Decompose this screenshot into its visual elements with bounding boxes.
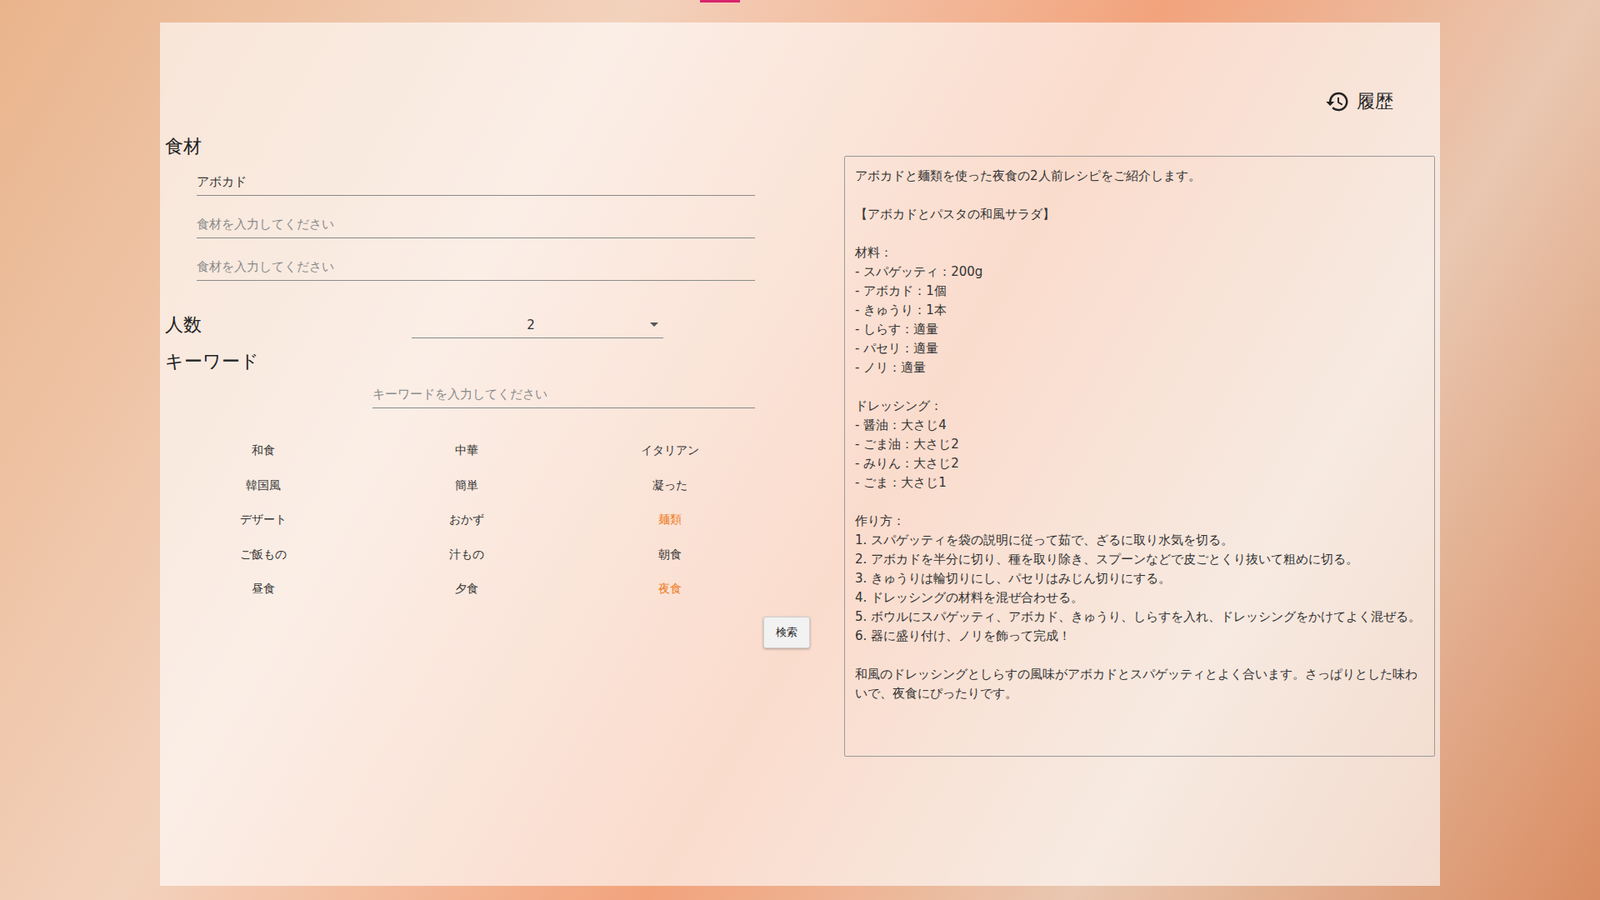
- tag-option[interactable]: ご飯もの: [161, 537, 365, 573]
- tag-option[interactable]: デザート: [161, 502, 365, 538]
- tag-option[interactable]: おかず: [365, 502, 569, 538]
- history-button[interactable]: 履歴: [1325, 89, 1394, 115]
- history-icon: [1325, 89, 1350, 115]
- ingredient-input[interactable]: 食材を入力してください: [196, 213, 755, 239]
- tag-option[interactable]: 朝食: [568, 537, 772, 573]
- tag-option[interactable]: 韓国風: [161, 468, 365, 504]
- tag-option[interactable]: 凝った: [568, 468, 772, 504]
- tag-option[interactable]: 中華: [365, 433, 569, 469]
- servings-select[interactable]: 2: [411, 312, 664, 339]
- tag-option[interactable]: 簡単: [365, 468, 569, 504]
- servings-label: 人数: [165, 313, 202, 338]
- tag-option[interactable]: 昼食: [161, 571, 365, 607]
- search-form: 食材 アボカド食材を入力してください食材を入力してください 人数 2 キーワード…: [165, 22, 810, 886]
- background-photo: 食材 アボカド食材を入力してください食材を入力してください 人数 2 キーワード…: [0, 0, 1600, 900]
- tag-option[interactable]: 夜食: [568, 571, 772, 607]
- result-area: 履歴 アボカドと麺類を使った夜食の2人前レシピをご紹介します。 【アボカドとパス…: [810, 22, 1435, 886]
- ingredients-label: 食材: [165, 135, 810, 160]
- result-textarea[interactable]: アボカドと麺類を使った夜食の2人前レシピをご紹介します。 【アボカドとパスタの和…: [844, 155, 1435, 757]
- top-indicator: [700, 0, 740, 3]
- tag-option[interactable]: 汁もの: [365, 537, 569, 573]
- tag-option[interactable]: イタリアン: [568, 433, 772, 469]
- keyword-label: キーワード: [165, 350, 810, 375]
- ingredient-input[interactable]: アボカド: [196, 170, 755, 196]
- ingredient-input[interactable]: 食材を入力してください: [196, 255, 755, 281]
- tag-grid: 和食中華イタリアン韓国風簡単凝ったデザートおかず麺類ご飯もの汁もの朝食昼食夕食夜…: [161, 433, 810, 607]
- search-button[interactable]: 検索: [763, 616, 810, 649]
- keyword-input[interactable]: キーワードを入力してください: [372, 383, 755, 409]
- dropdown-arrow-icon: [650, 322, 659, 327]
- tag-option[interactable]: 麺類: [568, 502, 772, 538]
- tag-option[interactable]: 夕食: [365, 571, 569, 607]
- recipe-panel: 食材 アボカド食材を入力してください食材を入力してください 人数 2 キーワード…: [160, 22, 1440, 886]
- tag-option[interactable]: 和食: [161, 433, 365, 469]
